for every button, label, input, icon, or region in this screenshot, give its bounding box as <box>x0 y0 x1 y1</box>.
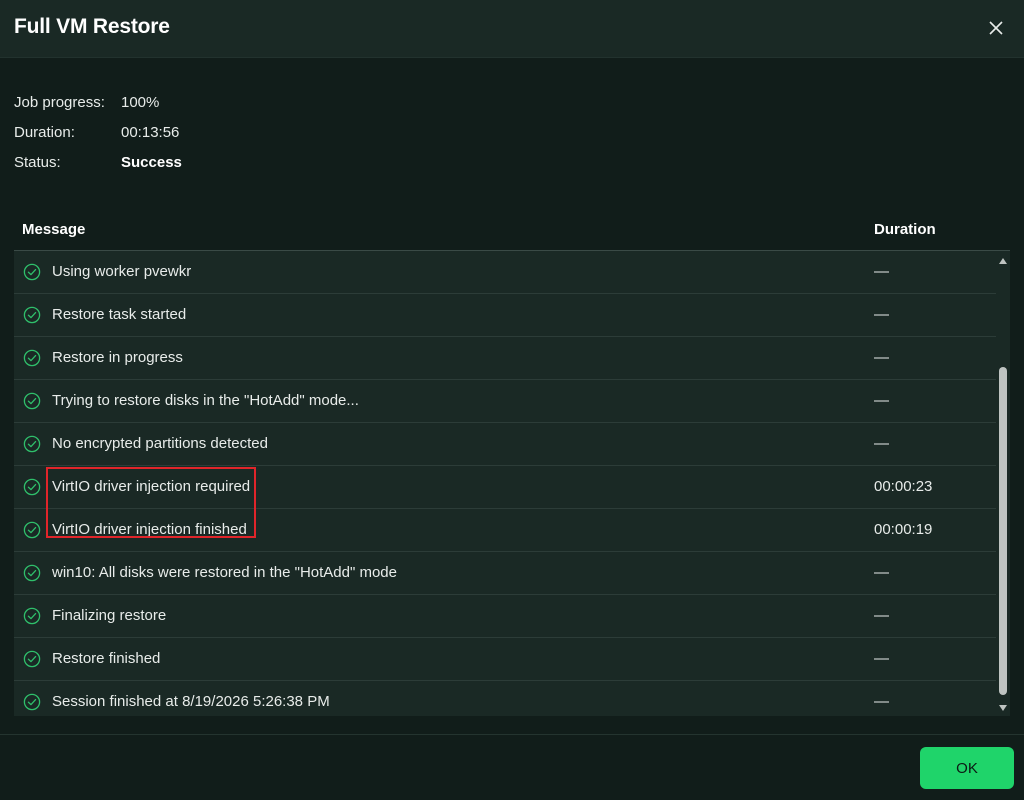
row-message: Restore task started <box>52 306 187 323</box>
row-duration: 00:00:23 <box>874 478 933 495</box>
summary-label: Status: <box>14 154 61 171</box>
dialog-title: Full VM Restore <box>14 15 170 38</box>
table-row[interactable]: Finalizing restore — <box>14 595 996 638</box>
column-header-message[interactable]: Message <box>22 221 85 238</box>
row-duration: — <box>874 564 889 581</box>
row-duration: — <box>874 650 889 667</box>
row-message: VirtIO driver injection required <box>52 478 251 495</box>
check-circle-icon <box>23 650 41 668</box>
row-message: No encrypted partitions detected <box>52 435 268 452</box>
check-circle-icon <box>23 607 41 625</box>
row-duration: — <box>874 693 889 710</box>
row-message: Session finished at 8/19/2026 5:26:38 PM <box>52 693 330 710</box>
row-message: VirtIO driver injection finished <box>52 521 247 538</box>
footer-divider <box>0 734 1024 735</box>
row-message: Using worker pvewkr <box>52 263 192 280</box>
summary-value: 100% <box>121 94 160 111</box>
dialog-titlebar: Full VM Restore <box>0 0 1024 58</box>
job-summary: Job progress: 100% Duration: 00:13:56 St… <box>14 94 182 184</box>
table-header: Message Duration <box>14 210 1010 251</box>
table-row[interactable]: win10: All disks were restored in the "H… <box>14 552 996 595</box>
table-row[interactable]: Session finished at 8/19/2026 5:26:38 PM… <box>14 681 996 716</box>
check-circle-icon <box>23 306 41 324</box>
summary-value: 00:13:56 <box>121 124 180 141</box>
row-duration: — <box>874 263 889 280</box>
row-duration: — <box>874 607 889 624</box>
summary-job-progress: Job progress: 100% <box>14 94 182 124</box>
summary-label: Duration: <box>14 124 75 141</box>
row-duration: — <box>874 435 889 452</box>
row-duration: — <box>874 392 889 409</box>
scroll-down-arrow-icon[interactable] <box>999 704 1007 712</box>
check-circle-icon <box>23 263 41 281</box>
summary-duration: Duration: 00:13:56 <box>14 124 182 154</box>
summary-status: Status: Success <box>14 154 182 184</box>
row-duration: — <box>874 306 889 323</box>
check-circle-icon <box>23 521 41 539</box>
row-duration: — <box>874 349 889 366</box>
summary-label: Job progress: <box>14 94 105 111</box>
scrollbar-thumb[interactable] <box>999 367 1007 695</box>
check-circle-icon <box>23 349 41 367</box>
row-message: Restore in progress <box>52 349 183 366</box>
table-row[interactable]: Using worker pvewkr — <box>14 251 996 294</box>
table-row[interactable]: VirtIO driver injection required 00:00:23 <box>14 466 996 509</box>
column-header-duration[interactable]: Duration <box>874 221 936 238</box>
close-button[interactable] <box>984 16 1008 40</box>
row-message: Restore finished <box>52 650 161 667</box>
check-circle-icon <box>23 435 41 453</box>
check-circle-icon <box>23 392 41 410</box>
row-message: win10: All disks were restored in the "H… <box>52 564 397 581</box>
close-icon <box>989 21 1003 35</box>
table-row[interactable]: No encrypted partitions detected — <box>14 423 996 466</box>
row-message: Finalizing restore <box>52 607 167 624</box>
scroll-up-arrow-icon[interactable] <box>999 257 1007 265</box>
session-log-table: Message Duration Using worker pvewkr — Res… <box>14 210 1010 716</box>
check-circle-icon <box>23 478 41 496</box>
row-duration: 00:00:19 <box>874 521 933 538</box>
check-circle-icon <box>23 693 41 711</box>
table-row[interactable]: Restore finished — <box>14 638 996 681</box>
check-circle-icon <box>23 564 41 582</box>
table-row[interactable]: Restore task started — <box>14 294 996 337</box>
table-body: Using worker pvewkr — Restore task started… <box>14 251 996 716</box>
row-message: Trying to restore disks in the "HotAdd" … <box>52 392 359 409</box>
ok-button[interactable]: OK <box>920 747 1014 789</box>
status-value: Success <box>121 154 182 171</box>
vertical-scrollbar[interactable] <box>996 251 1010 716</box>
table-row[interactable]: Restore in progress — <box>14 337 996 380</box>
table-row[interactable]: VirtIO driver injection finished 00:00:19 <box>14 509 996 552</box>
table-row[interactable]: Trying to restore disks in the "HotAdd" … <box>14 380 996 423</box>
